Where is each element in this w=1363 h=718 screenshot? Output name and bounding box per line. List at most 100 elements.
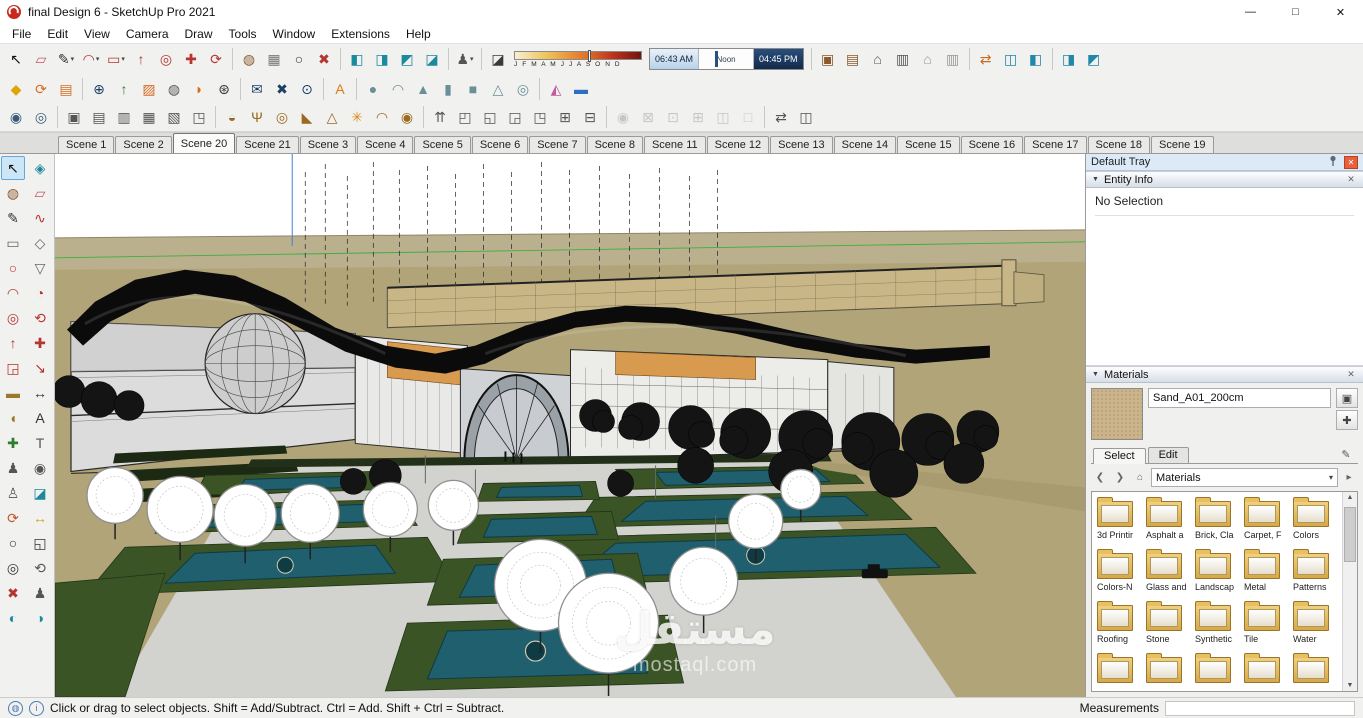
- scene-tab-scene-7[interactable]: Scene 7: [529, 136, 586, 153]
- offset-tool-icon[interactable]: ◎: [154, 47, 178, 71]
- shadows-toggle-icon[interactable]: ◪: [486, 47, 510, 71]
- triangle-ruler-tool-icon[interactable]: ◣: [295, 105, 319, 129]
- axes-icon[interactable]: ✚: [1, 431, 25, 455]
- create-material-button[interactable]: ✚: [1336, 410, 1358, 430]
- shaded-mode-icon[interactable]: ◩: [1082, 47, 1106, 71]
- smooth-mesh-tool-icon[interactable]: ▤: [87, 105, 111, 129]
- scene-tab-scene-18[interactable]: Scene 18: [1087, 136, 1151, 153]
- pan-icon[interactable]: ↔: [28, 506, 52, 530]
- shape-torus-icon[interactable]: ◎: [511, 77, 535, 101]
- shadow-time-knob[interactable]: [715, 51, 719, 67]
- xray-mode-icon[interactable]: ◫: [999, 47, 1023, 71]
- measurements-input[interactable]: [1165, 700, 1355, 716]
- close-tool-icon[interactable]: ✖: [270, 77, 294, 101]
- scene-tab-scene-15[interactable]: Scene 15: [897, 136, 960, 153]
- collapse-triangle-icon[interactable]: ▼: [1092, 176, 1099, 183]
- selection-fill-icon[interactable]: ⊡: [661, 105, 685, 129]
- menu-extensions[interactable]: Extensions: [323, 24, 398, 43]
- select-tool-icon[interactable]: ↖: [1, 156, 25, 180]
- shape-cylinder-icon[interactable]: ▮: [436, 77, 460, 101]
- wireframe-mode-icon[interactable]: ◨: [1057, 47, 1081, 71]
- circle-icon[interactable]: ○: [1, 256, 25, 280]
- back-button[interactable]: ❮: [1091, 469, 1109, 487]
- offset-icon[interactable]: ◎: [1, 306, 25, 330]
- push-pull-icon[interactable]: ↑: [1, 331, 25, 355]
- shadow-date-gradient[interactable]: [514, 49, 642, 62]
- send-mail-icon[interactable]: ✉: [245, 77, 269, 101]
- maximize-button[interactable]: □: [1273, 0, 1318, 24]
- ring-tool-icon[interactable]: ◎: [270, 105, 294, 129]
- material-folder-colors[interactable]: Colors: [1293, 497, 1337, 540]
- walk-icon[interactable]: ♙: [1, 481, 25, 505]
- rotate-tool-icon[interactable]: ⟳: [204, 47, 228, 71]
- scene-tab-scene-8[interactable]: Scene 8: [586, 136, 643, 153]
- info-tool-icon[interactable]: ⊙: [295, 77, 319, 101]
- entity-info-header[interactable]: ▼ Entity Info ✕: [1086, 171, 1363, 188]
- scrollbar-thumb[interactable]: [1344, 507, 1356, 562]
- walk-figure-icon[interactable]: ♟: [28, 581, 52, 605]
- eyedropper-icon[interactable]: ✎: [1336, 445, 1356, 463]
- line-tool-dropdown-caret[interactable]: ▾: [71, 55, 75, 63]
- cube-cut-top-icon[interactable]: ◰: [453, 105, 477, 129]
- grid-tool-icon[interactable]: ▧: [162, 105, 186, 129]
- freehand-icon[interactable]: ∿: [28, 206, 52, 230]
- globe-left-icon[interactable]: ◐: [1, 606, 25, 630]
- line-tool-icon[interactable]: ✎ ▾: [54, 47, 78, 71]
- shape-pyramid-icon[interactable]: △: [486, 77, 510, 101]
- layers-manager-icon[interactable]: ▤: [54, 77, 78, 101]
- axes-tool-icon[interactable]: ✖: [312, 47, 336, 71]
- secondary-pane-button[interactable]: ▣: [1336, 388, 1358, 408]
- add-location-icon[interactable]: ⊕: [87, 77, 111, 101]
- cube-cut-right-icon[interactable]: ◲: [503, 105, 527, 129]
- arc-tool-icon[interactable]: ◠ ▾: [79, 47, 103, 71]
- menu-file[interactable]: File: [4, 24, 39, 43]
- scene-tab-scene-2[interactable]: Scene 2: [115, 136, 172, 153]
- print-outline-icon[interactable]: ▥: [941, 47, 965, 71]
- material-folder-colors-n[interactable]: Colors-N: [1097, 549, 1141, 592]
- selection-marquee-icon[interactable]: ⊠: [636, 105, 660, 129]
- refresh-style-icon[interactable]: ⟳: [29, 77, 53, 101]
- materials-close-icon[interactable]: ✕: [1345, 369, 1357, 380]
- cube-cut-left-icon[interactable]: ◳: [528, 105, 552, 129]
- print-model-icon[interactable]: ▥: [891, 47, 915, 71]
- solid-tools-icon[interactable]: ◗: [187, 77, 211, 101]
- scene-tab-scene-12[interactable]: Scene 12: [706, 136, 770, 153]
- back-edges-mode-icon[interactable]: ◧: [1024, 47, 1048, 71]
- materials-tab-edit[interactable]: Edit: [1147, 447, 1189, 463]
- send-to-layout-icon[interactable]: ↑: [112, 77, 136, 101]
- shape-box-icon[interactable]: ■: [461, 77, 485, 101]
- rectangle-tool-dropdown-caret[interactable]: ▾: [121, 55, 125, 63]
- sandbox-tool-icon[interactable]: ▦: [262, 47, 286, 71]
- tape-measure-icon[interactable]: ▬: [1, 381, 25, 405]
- cube-grid-tool-icon[interactable]: ⊞: [553, 105, 577, 129]
- 3d-text-icon[interactable]: T: [28, 431, 52, 455]
- menu-window[interactable]: Window: [265, 24, 324, 43]
- scene-tab-scene-16[interactable]: Scene 16: [960, 136, 1024, 153]
- components-browser-icon[interactable]: ▣: [816, 47, 840, 71]
- box-corner-tool-icon[interactable]: ◳: [187, 105, 211, 129]
- material-folder-water[interactable]: Water: [1293, 601, 1337, 644]
- select-tool-icon[interactable]: ↖: [4, 47, 28, 71]
- rectangle-tool-icon[interactable]: ▭ ▾: [104, 47, 128, 71]
- tray-close-button[interactable]: ✕: [1344, 155, 1358, 169]
- materials-dropdown[interactable]: Materials ▾: [1151, 468, 1338, 487]
- paint-bucket-icon[interactable]: ◍: [1, 181, 25, 205]
- shadow-time-track[interactable]: Noon: [698, 49, 755, 69]
- scroll-down-icon[interactable]: ▼: [1347, 682, 1354, 689]
- polygon-icon[interactable]: ▽: [28, 256, 52, 280]
- shadow-date-slider[interactable]: J F M A M J J A S O N D: [514, 47, 642, 71]
- tent-tool-icon[interactable]: △: [320, 105, 344, 129]
- details-arrow-button[interactable]: ▸: [1340, 469, 1358, 487]
- selection-clear-icon[interactable]: □: [736, 105, 760, 129]
- line-icon[interactable]: ✎: [1, 206, 25, 230]
- section-plane-icon[interactable]: ◪: [28, 481, 52, 505]
- scene-tab-scene-13[interactable]: Scene 13: [770, 136, 833, 153]
- menu-draw[interactable]: Draw: [177, 24, 221, 43]
- cube-cut-bottom-icon[interactable]: ◱: [478, 105, 502, 129]
- collapse-triangle-icon[interactable]: ▼: [1092, 371, 1099, 378]
- scroll-up-icon[interactable]: ▲: [1347, 494, 1354, 501]
- dimension-icon[interactable]: ↔: [28, 381, 52, 405]
- forward-button[interactable]: ❯: [1111, 469, 1129, 487]
- menu-edit[interactable]: Edit: [39, 24, 76, 43]
- material-folder-glass-and[interactable]: Glass and: [1146, 549, 1190, 592]
